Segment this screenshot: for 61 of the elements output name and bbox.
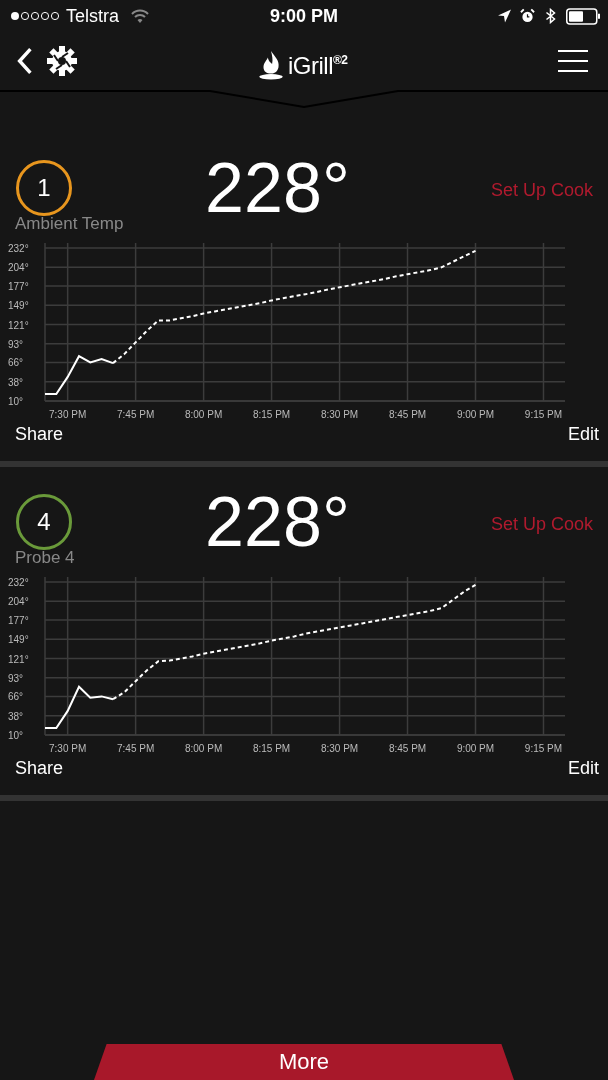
x-tick-label: 8:30 PM <box>320 743 359 754</box>
y-tick-label: 177° <box>8 280 29 292</box>
x-tick-label: 7:30 PM <box>49 743 87 754</box>
flame-icon <box>258 50 284 80</box>
probe-name: Probe 4 <box>14 548 76 568</box>
edit-link[interactable]: Edit <box>567 758 599 779</box>
menu-icon <box>558 50 588 72</box>
x-tick-label: 7:45 PM <box>117 409 155 420</box>
y-tick-label: 10° <box>8 396 24 407</box>
y-tick-label: 93° <box>8 338 24 350</box>
bluetooth-icon <box>543 8 558 24</box>
battery-icon <box>566 7 600 25</box>
probe-number-badge: 4 <box>16 494 72 550</box>
app-logo-text: iGrill$^{®2}$ <box>288 51 348 80</box>
x-tick-label: 9:00 PM <box>456 743 495 754</box>
x-tick-label: 9:15 PM <box>524 743 563 754</box>
settings-button[interactable] <box>46 45 78 77</box>
y-tick-label: 204° <box>8 596 29 608</box>
carrier-name: Telstra <box>66 5 119 27</box>
x-tick-label: 8:00 PM <box>185 409 223 420</box>
y-tick-label: 121° <box>8 319 29 331</box>
x-tick-label: 8:45 PM <box>388 743 427 754</box>
x-tick-label: 8:30 PM <box>320 409 359 420</box>
y-tick-label: 93° <box>8 672 24 684</box>
back-icon <box>16 47 34 75</box>
x-tick-label: 9:00 PM <box>456 409 495 420</box>
y-tick-label: 177° <box>8 614 29 626</box>
x-tick-label: 7:45 PM <box>117 743 155 754</box>
probe-name: Ambient Temp <box>14 214 125 234</box>
y-tick-label: 232° <box>8 243 29 254</box>
back-button[interactable] <box>16 47 34 75</box>
y-tick-label: 121° <box>8 653 29 665</box>
y-tick-label: 66° <box>8 691 24 703</box>
y-tick-label: 232° <box>8 577 29 588</box>
probe-number-badge: 1 <box>16 160 72 216</box>
share-link[interactable]: Share <box>15 758 64 779</box>
x-tick-label: 8:00 PM <box>185 743 223 754</box>
y-tick-label: 10° <box>8 730 24 741</box>
y-tick-label: 38° <box>8 376 24 388</box>
edit-link[interactable]: Edit <box>567 424 599 445</box>
signal-icon <box>10 10 60 22</box>
alarm-icon <box>520 8 535 24</box>
location-icon <box>497 8 512 24</box>
y-tick-label: 66° <box>8 357 24 369</box>
x-tick-label: 7:30 PM <box>49 409 87 420</box>
y-tick-label: 149° <box>8 300 29 312</box>
y-tick-label: 38° <box>8 710 24 722</box>
wifi-icon <box>131 8 149 24</box>
y-tick-label: 149° <box>8 634 29 646</box>
temperature-reading: 228° <box>204 482 351 562</box>
settings-icon <box>46 45 78 77</box>
x-tick-label: 8:15 PM <box>252 743 291 754</box>
menu-button[interactable] <box>558 50 588 72</box>
share-link[interactable]: Share <box>15 424 64 445</box>
y-tick-label: 204° <box>8 262 29 274</box>
x-tick-label: 8:45 PM <box>388 409 427 420</box>
temperature-reading: 228° <box>204 148 351 228</box>
more-button[interactable]: More <box>94 1044 514 1080</box>
x-tick-label: 8:15 PM <box>252 409 291 420</box>
x-tick-label: 9:15 PM <box>524 409 563 420</box>
status-time: 9:00 PM <box>269 5 339 27</box>
